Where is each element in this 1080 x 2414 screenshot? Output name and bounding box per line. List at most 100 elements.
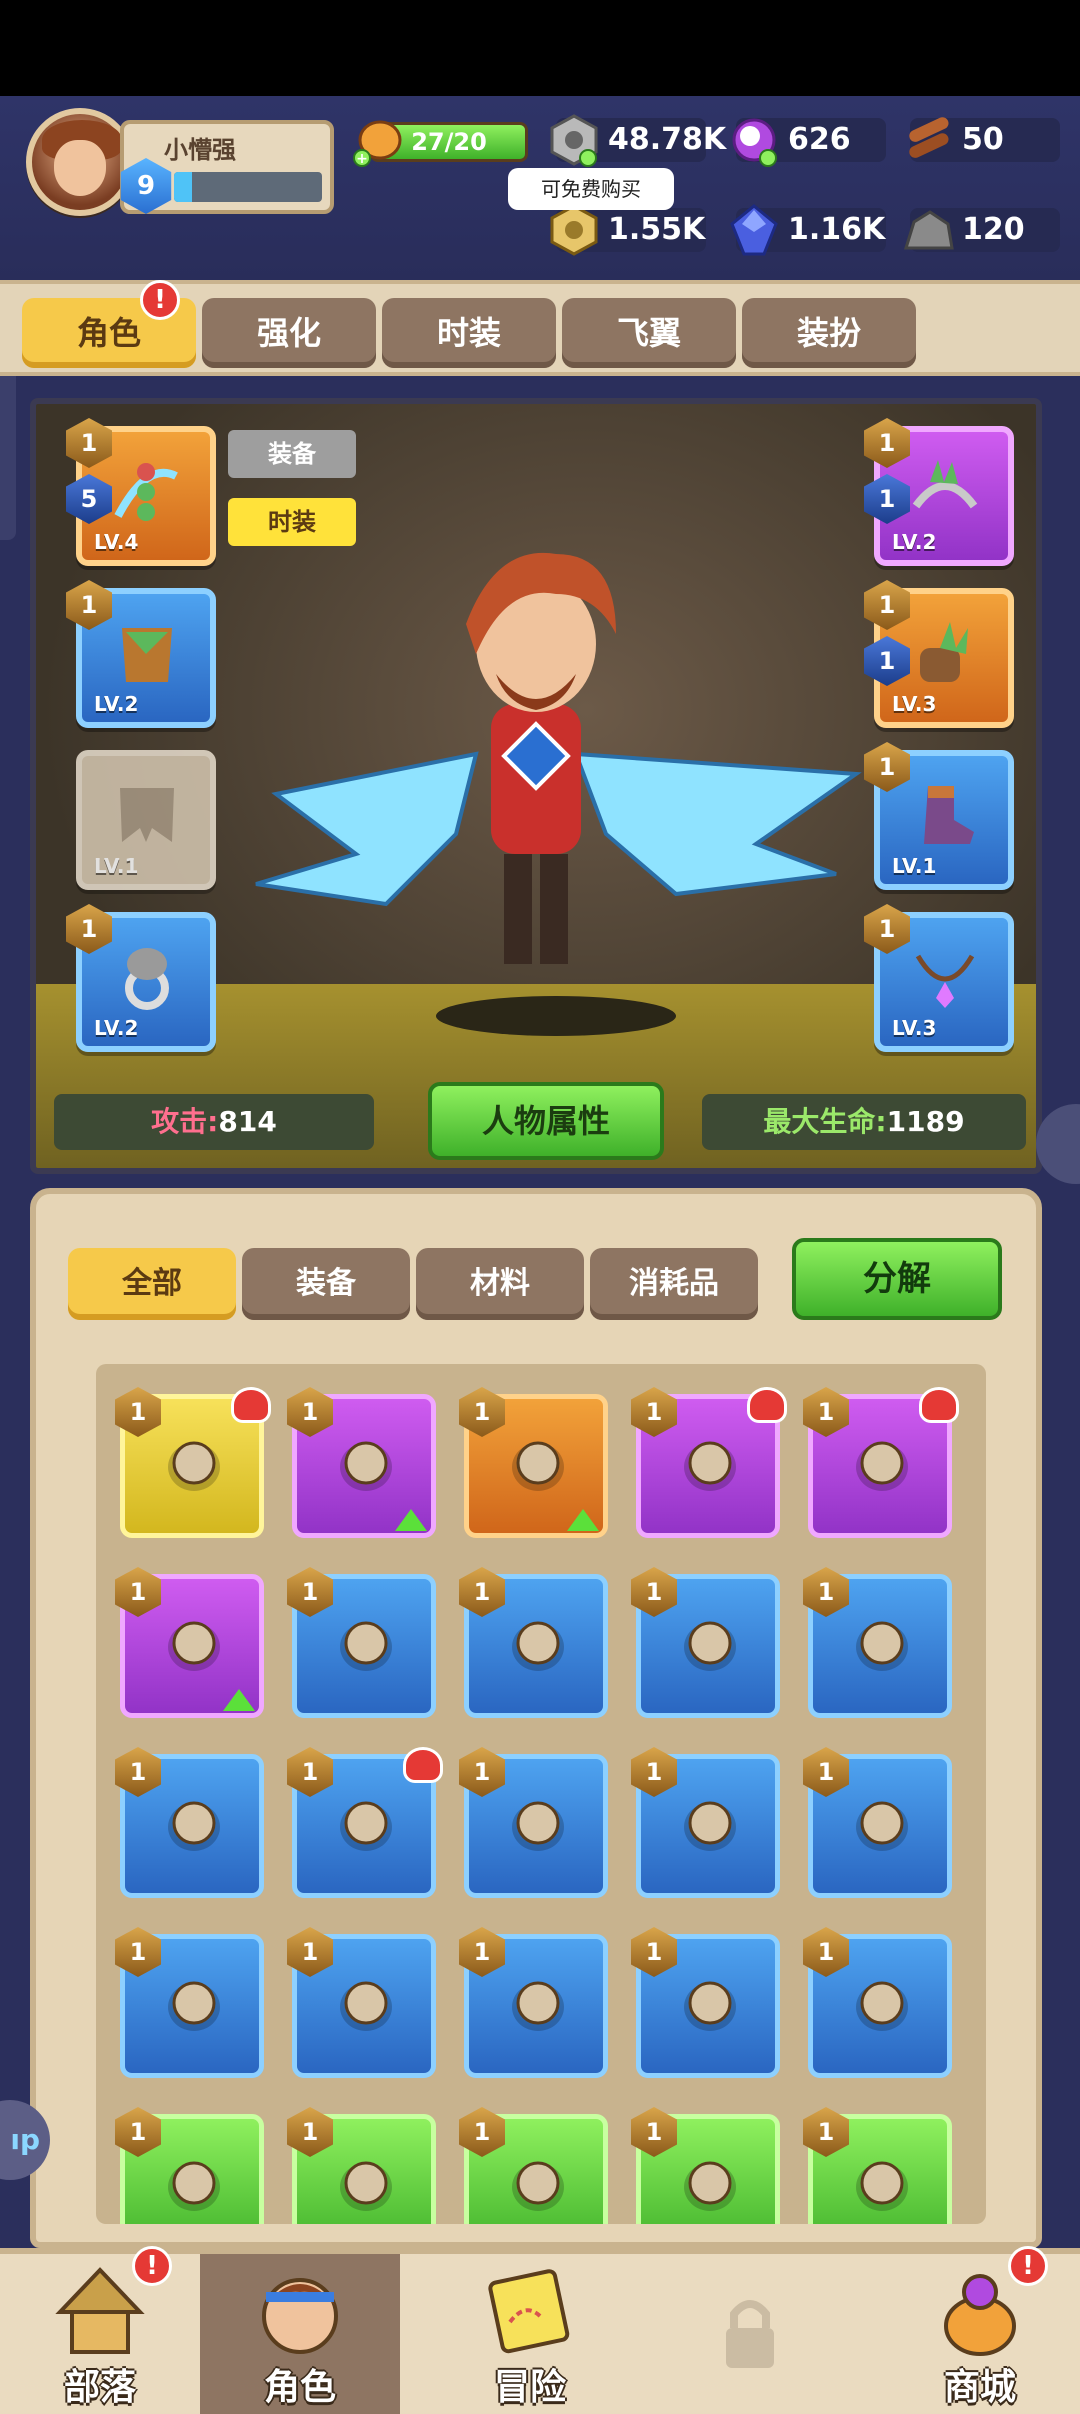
inventory-item[interactable]: 1 [803, 1747, 952, 1898]
inventory-item[interactable]: 1 [115, 1747, 264, 1898]
inventory-item[interactable]: 1 [803, 2107, 952, 2224]
nav-shop-label: 商城 [943, 2367, 1016, 2408]
silver-nut-icon [550, 114, 598, 167]
player-avatar[interactable] [26, 108, 134, 216]
inventory-item[interactable]: 1 [287, 1387, 436, 1538]
inventory-item[interactable]: 1 [631, 1567, 780, 1718]
nav-shop[interactable]: 商城 [880, 2254, 1080, 2414]
decompose-button[interactable]: 分解 [792, 1238, 1002, 1320]
shorts-icon [168, 1441, 220, 1491]
inventory-item[interactable]: 1 [803, 1567, 952, 1718]
gold-resource[interactable]: 1.55K [550, 204, 706, 256]
wood-value: 50 [962, 122, 1004, 157]
wing-bow-icon [114, 463, 178, 521]
inventory-item[interactable]: 1 [459, 1927, 608, 2078]
wood-resource[interactable]: 50 [909, 117, 1060, 162]
inventory-item[interactable]: 1 [631, 1747, 780, 1898]
dino-ring-icon [856, 1801, 908, 1851]
nav-character[interactable]: 角色 [200, 2254, 400, 2414]
item-count-badge: 1 [459, 1567, 505, 1617]
dino-ring-icon [512, 1981, 564, 2031]
item-count-badge: 1 [115, 2107, 161, 2157]
horned-cape-icon [512, 1441, 564, 1491]
silver-value: 48.78K [608, 122, 727, 157]
item-count-badge: 1 [115, 1747, 161, 1797]
item-count-badge: 1 [287, 2107, 333, 2157]
inventory-item[interactable]: 1 [115, 1567, 264, 1718]
player-name: 小懵强 [164, 136, 236, 164]
nav-tribe[interactable]: 部落 [0, 2254, 200, 2414]
character-attributes-button[interactable]: 人物属性 [428, 1082, 664, 1160]
shell-necklace-icon [684, 1981, 736, 2031]
skull-helmet-icon [340, 1441, 392, 1491]
nav-adventure-label: 冒险 [493, 2367, 566, 2408]
inventory-item[interactable]: 1 [803, 1387, 959, 1538]
inventory-item[interactable]: 1 [631, 1387, 787, 1538]
orb-value: 626 [788, 122, 851, 157]
nav-locked[interactable] [650, 2254, 850, 2414]
leaf-glove-icon [920, 622, 968, 682]
gem-resource[interactable]: 1.16K [730, 204, 886, 256]
tab-wings[interactable]: 飞翼 [562, 298, 736, 368]
inventory-item[interactable]: 1 [459, 1567, 608, 1718]
max-hp-label: 最大生命: [763, 1105, 887, 1138]
nav-tribe-alert-badge: ! [132, 2246, 172, 2286]
map-scroll-icon [488, 2269, 570, 2354]
item-count-badge: 1 [631, 1747, 677, 1797]
xp-bar [174, 172, 322, 202]
item-count-badge: 1 [459, 1927, 505, 1977]
inventory-item[interactable]: 1 [115, 1927, 264, 2078]
orb-resource[interactable]: 626 [732, 118, 886, 167]
filter-materials[interactable]: 材料 [416, 1248, 584, 1320]
nav-adventure[interactable]: 冒险 [430, 2254, 630, 2414]
inventory-item[interactable]: 1 [459, 1387, 608, 1538]
gold-value: 1.55K [608, 212, 706, 247]
max-hp-value: 1189 [886, 1105, 965, 1138]
necklace-icon [168, 1621, 220, 1671]
filter-consumables[interactable]: 消耗品 [590, 1248, 758, 1320]
inventory-item[interactable]: 1 [287, 1567, 436, 1718]
right-edge-button[interactable] [1036, 1104, 1080, 1184]
nav-tribe-label: 部落 [63, 2367, 136, 2408]
level-badge: 9 [120, 158, 172, 214]
inventory-item[interactable]: 1 [631, 1927, 780, 2078]
inventory-item[interactable]: 1 [631, 2107, 780, 2224]
tab-character-alert-badge: ! [140, 280, 180, 320]
nav-character-label: 角色 [263, 2367, 336, 2408]
inventory-item[interactable]: 1 [115, 2107, 264, 2224]
player-namecard[interactable]: 小懵强 9 [120, 120, 334, 214]
inventory-item[interactable]: 1 [803, 1927, 952, 2078]
slot-pants[interactable]: LV.1 [76, 750, 216, 890]
filter-equipment[interactable]: 装备 [242, 1248, 410, 1320]
inventory-item[interactable]: 1 [115, 1387, 271, 1538]
inventory-item[interactable]: 1 [287, 2107, 436, 2224]
upgrade-arrow-icon [395, 1509, 427, 1531]
crossbow-icon [340, 2161, 392, 2211]
stamina-meat-icon: + [353, 120, 402, 167]
stone-resource[interactable]: 120 [903, 208, 1060, 252]
slot-necklace-level: LV.3 [892, 1016, 937, 1040]
item-count-badge: 1 [287, 1567, 333, 1617]
gem-value: 1.16K [788, 212, 886, 247]
tab-costume[interactable]: 时装 [382, 298, 556, 368]
inventory-item[interactable]: 1 [459, 1747, 608, 1898]
tab-enhance[interactable]: 强化 [202, 298, 376, 368]
inventory-item[interactable]: 1 [459, 2107, 608, 2224]
attack-value: 814 [218, 1105, 277, 1138]
filter-all[interactable]: 全部 [68, 1248, 236, 1320]
free-purchase-tooltip: 可免费购买 [508, 168, 674, 210]
character-panel: LV.4 1 5 LV.2 1 LV.1 LV.2 1 装备 时装 LV.2 1… [30, 398, 1042, 1174]
xp-fill [174, 172, 192, 202]
inventory-item[interactable]: 1 [287, 1927, 436, 2078]
equip-view-button[interactable]: 装备 [228, 430, 356, 478]
silver-resource[interactable]: 48.78K [550, 114, 726, 167]
inventory-item[interactable]: 1 [287, 1747, 443, 1898]
nav-shop-alert-badge: ! [1008, 2246, 1048, 2286]
tab-dressup[interactable]: 装扮 [742, 298, 916, 368]
wood-log-icon [909, 117, 949, 158]
status-bar [0, 0, 1080, 96]
slot-boots-level: LV.1 [892, 854, 937, 878]
claw-boot-icon [924, 786, 974, 844]
item-count-badge: 1 [803, 2107, 849, 2157]
vine-bow-icon [340, 1621, 392, 1671]
